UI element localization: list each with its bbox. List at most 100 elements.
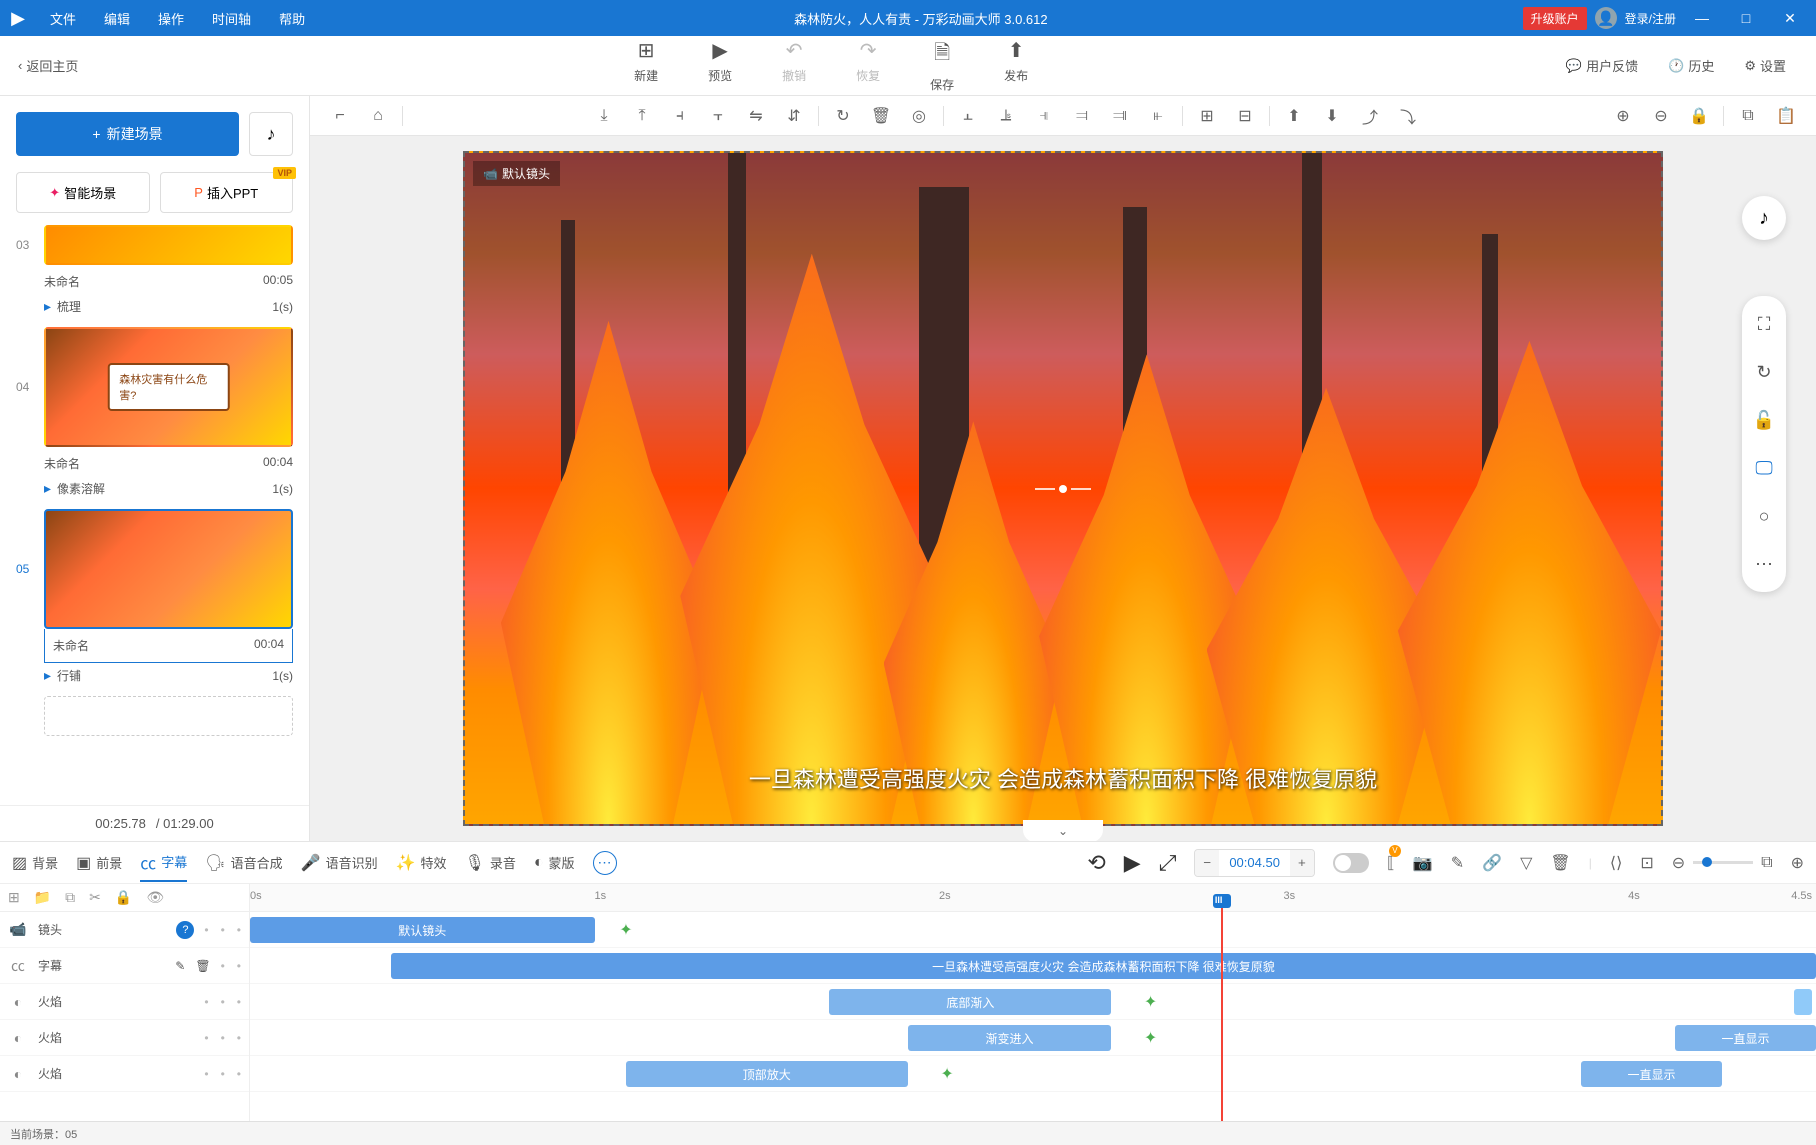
canvas-frame[interactable]: 📹默认镜头 一旦森林遭受高强度火灾 会造成森林蓄积面积下降 很难恢复原貌 ⌄ (463, 151, 1663, 826)
align-bottom-icon[interactable]: ⤓ (586, 102, 622, 130)
timeline-tracks-area[interactable]: 0s 1s 2s 3s 4s 4.5s III 默认镜头 ✦ 一旦森林遭受高强度… (250, 884, 1816, 1121)
align-left-icon[interactable]: ⫣ (1026, 102, 1062, 130)
link-icon[interactable]: 🔗 (1482, 853, 1502, 873)
distribute-v-icon[interactable]: ⫡ (988, 102, 1024, 130)
playhead[interactable]: III (1221, 896, 1223, 1121)
filter-icon[interactable]: ▽ (1520, 853, 1532, 873)
bracket-left-icon[interactable]: ⟦ (1387, 853, 1395, 873)
paste-icon[interactable]: 📋 (1768, 102, 1804, 130)
expand-handle[interactable]: ⌄ (1023, 820, 1103, 841)
upgrade-badge[interactable]: 升级账户 (1523, 7, 1587, 30)
delete-icon[interactable]: 🗑 (863, 102, 899, 130)
zoom-in-icon[interactable]: ⊕ (1605, 102, 1641, 130)
eye-icon[interactable]: 👁 (146, 889, 164, 906)
delete-track-icon[interactable]: 🗑 (195, 959, 210, 973)
zoom-fit-icon[interactable]: ⧉ (1761, 854, 1772, 872)
camera-capture-icon[interactable]: 📷 (1413, 853, 1433, 873)
display-icon[interactable]: 🖵 (1748, 452, 1780, 484)
publish-button[interactable]: ⬆发布 (1004, 38, 1028, 93)
close-icon[interactable]: ✕ (1772, 0, 1808, 36)
track-header-fire3[interactable]: ◐ 火焰 ••• (0, 1056, 249, 1092)
menu-edit[interactable]: 编辑 (90, 9, 144, 28)
track-header-fire2[interactable]: ◐ 火焰 ••• (0, 1020, 249, 1056)
preview-button[interactable]: ▶预览 (708, 38, 732, 93)
time-minus-button[interactable]: − (1195, 850, 1219, 876)
rotate-icon[interactable]: ↻ (825, 102, 861, 130)
tab-subtitle[interactable]: ㏄字幕 (140, 844, 187, 882)
flip-h-icon[interactable]: ⇋ (738, 102, 774, 130)
copy-icon[interactable]: ⧉ (1730, 102, 1766, 130)
align-vcenter-icon[interactable]: ⫦ (1140, 102, 1176, 130)
rotate-tool-icon[interactable]: ↻ (1748, 356, 1780, 388)
align-middle-icon[interactable]: ⫞ (662, 102, 698, 130)
ungroup-icon[interactable]: ⊟ (1227, 102, 1263, 130)
clip-end-marker[interactable] (1794, 989, 1812, 1015)
cut-icon[interactable]: ✂ (89, 889, 101, 906)
more-icon[interactable]: ⋯ (1748, 548, 1780, 580)
tab-tts[interactable]: 🗣语音合成 (205, 847, 282, 879)
tab-record[interactable]: 🎙录音 (465, 847, 516, 879)
time-plus-button[interactable]: + (1290, 850, 1314, 876)
unlock-icon[interactable]: 🔓 (1748, 404, 1780, 436)
copy-track-icon[interactable]: ⧉ (65, 889, 75, 906)
play-icon[interactable]: ▸ (44, 480, 51, 497)
menu-help[interactable]: 帮助 (265, 9, 319, 28)
toggle-switch[interactable] (1333, 853, 1369, 873)
align-center-icon[interactable]: ⫟ (700, 102, 736, 130)
add-scene-placeholder[interactable] (44, 696, 293, 736)
camera-tool-icon[interactable]: ⌐ (322, 102, 358, 130)
settings-button[interactable]: ⚙设置 (1744, 56, 1786, 75)
add-keyframe-icon[interactable]: ✦ (1143, 1030, 1159, 1046)
timeline-track[interactable]: 底部渐入 ✦ (250, 984, 1816, 1020)
scene-thumbnail[interactable]: 森林灾害有什么危害? (44, 327, 293, 447)
music-button[interactable]: ♪ (249, 112, 293, 156)
group-icon[interactable]: ⊞ (1189, 102, 1225, 130)
ai-scene-button[interactable]: ✦智能场景 (16, 172, 150, 213)
add-keyframe-icon[interactable]: ✦ (939, 1066, 955, 1082)
user-avatar-icon[interactable]: 👤 (1595, 7, 1617, 29)
maximize-icon[interactable]: □ (1728, 0, 1764, 36)
zoom-slider[interactable]: ⊖ ⧉ (1672, 853, 1773, 873)
scene-list[interactable]: 03 未命名00:05 ▸梳理1(s) 04 森林灾害有什么危害? 未命名00:… (0, 225, 309, 805)
marker-right-icon[interactable]: ⊡ (1640, 853, 1653, 873)
menu-action[interactable]: 操作 (144, 9, 198, 28)
music-float-button[interactable]: ♪ (1742, 196, 1786, 240)
more-tabs-button[interactable]: ⋯ (593, 851, 617, 875)
timeline-track[interactable]: 顶部放大 ✦ 一直显示 (250, 1056, 1816, 1092)
edit-track-icon[interactable]: ✎ (175, 959, 185, 973)
layer-up-icon[interactable]: ⬆ (1276, 102, 1312, 130)
clip-fire2[interactable]: 渐变进入 (908, 1025, 1112, 1051)
align-hcenter-icon[interactable]: ⫥ (1102, 102, 1138, 130)
crop-icon[interactable]: ◎ (901, 102, 937, 130)
play-icon[interactable]: ▸ (44, 667, 51, 684)
add-keyframe-icon[interactable]: ✦ (618, 922, 634, 938)
zoom-out-icon[interactable]: ⊖ (1643, 102, 1679, 130)
undo-button[interactable]: ↶撤销 (782, 38, 806, 93)
clip-always1[interactable]: 一直显示 (1675, 1025, 1816, 1051)
layer-top-icon[interactable]: ⤴ (1352, 102, 1388, 130)
timeline-play-icon[interactable]: ▶ (1124, 850, 1141, 876)
tab-foreground[interactable]: ▣前景 (76, 847, 122, 879)
lock-icon[interactable]: 🔒 (1681, 102, 1717, 130)
zoom-handle[interactable] (1702, 857, 1712, 867)
redo-button[interactable]: ↷恢复 (856, 38, 880, 93)
flip-v-icon[interactable]: ⇵ (776, 102, 812, 130)
timeline-ruler[interactable]: 0s 1s 2s 3s 4s 4.5s (250, 884, 1816, 912)
timeline-track[interactable]: 一旦森林遭受高强度火灾 会造成森林蓄积面积下降 很难恢复原貌 (250, 948, 1816, 984)
distribute-h-icon[interactable]: ⫠ (950, 102, 986, 130)
scene-thumbnail[interactable] (44, 225, 293, 265)
login-link[interactable]: 登录/注册 (1625, 10, 1676, 27)
canvas-viewport[interactable]: 📹默认镜头 一旦森林遭受高强度火灾 会造成森林蓄积面积下降 很难恢复原貌 ⌄ ♪… (310, 136, 1816, 841)
clip-fire1[interactable]: 底部渐入 (829, 989, 1111, 1015)
align-top-icon[interactable]: ⤒ (624, 102, 660, 130)
tab-mask[interactable]: ◐蒙版 (534, 847, 575, 878)
track-header-camera[interactable]: 📹 镜头 ? ••• (0, 912, 249, 948)
back-home-button[interactable]: ‹ 返回主页 (0, 56, 96, 75)
home-icon[interactable]: ⌂ (360, 102, 396, 130)
scene-thumbnail[interactable] (44, 509, 293, 629)
menu-timeline[interactable]: 时间轴 (198, 9, 265, 28)
track-header-subtitle[interactable]: ㏄ 字幕 ✎ 🗑 •• (0, 948, 249, 984)
folder-icon[interactable]: 📁 (34, 889, 51, 906)
minimize-icon[interactable]: — (1684, 0, 1720, 36)
trash-icon[interactable]: 🗑 (1550, 853, 1570, 873)
